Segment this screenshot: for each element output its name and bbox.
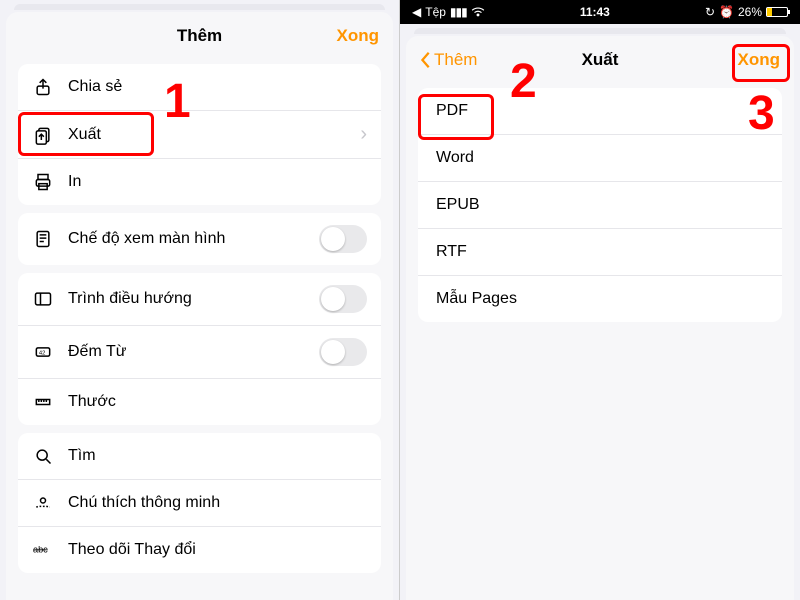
sync-icon: ↻ [705,5,715,19]
export-row[interactable]: Xuất › [18,111,381,159]
print-label: In [68,173,367,191]
alarm-icon: ⏰ [719,5,734,19]
share-icon [32,76,54,98]
navigator-icon [32,288,54,310]
battery-pct: 26% [738,5,762,19]
navigator-label: Trình điều hướng [68,290,305,308]
smart-annotation-label: Chú thích thông minh [68,494,367,512]
ruler-icon [32,391,54,413]
wordcount-toggle[interactable] [319,338,367,366]
screen-icon [32,228,54,250]
export-label: Xuất [68,126,346,144]
ruler-label: Thước [68,393,367,411]
track-changes-label: Theo dõi Thay đổi [68,541,367,559]
screen-view-row[interactable]: Chế độ xem màn hình [18,213,381,265]
tools-group: Trình điều hướng 42 Đếm Từ Thước [18,273,381,425]
format-pdf[interactable]: PDF [418,88,782,135]
format-word-label: Word [436,149,764,167]
find-group: Tìm Chú thích thông minh abc Theo dõi Th… [18,433,381,573]
signal-icon: ▮▮▮ [450,5,467,19]
chevron-right-icon: › [360,123,367,146]
format-epub[interactable]: EPUB [418,182,782,229]
find-label: Tìm [68,447,367,465]
print-row[interactable]: In [18,159,381,205]
format-epub-label: EPUB [436,196,764,214]
format-rtf-label: RTF [436,243,764,261]
format-pdf-label: PDF [436,102,764,120]
more-sheet: Thêm Xong Chia sẻ Xuất › [6,12,393,600]
smart-annotation-row[interactable]: Chú thích thông minh [18,480,381,527]
wordcount-icon: 42 [32,341,54,363]
wifi-icon [471,7,485,17]
export-icon [32,124,54,146]
format-pages-template[interactable]: Mẫu Pages [418,276,782,322]
format-rtf[interactable]: RTF [418,229,782,276]
navigator-toggle[interactable] [319,285,367,313]
done-button[interactable]: Xong [299,26,379,46]
nav-bar: Thêm Xong [6,12,393,56]
screenshot-right: ◀ Tệp ▮▮▮ 11:43 ↻ ⏰ 26% Thêm Xuất Xong [400,0,800,600]
annotation-icon [32,492,54,514]
search-icon [32,445,54,467]
nav-title: Xuất [500,50,700,70]
navigator-row[interactable]: Trình điều hướng [18,273,381,326]
nav-title: Thêm [100,26,299,46]
print-icon [32,171,54,193]
track-changes-icon: abc [32,539,54,561]
view-group: Chế độ xem màn hình [18,213,381,265]
screenshot-left: Thêm Xong Chia sẻ Xuất › [0,0,400,600]
sheet-stack-hint [14,4,385,10]
status-left: ◀ Tệp ▮▮▮ [412,5,485,19]
status-back-label: Tệp [425,5,446,19]
status-right: ↻ ⏰ 26% [705,5,788,19]
format-pages-template-label: Mẫu Pages [436,290,764,308]
back-chevron-icon: ◀ [412,5,421,19]
track-changes-row[interactable]: abc Theo dõi Thay đổi [18,527,381,573]
back-label: Thêm [434,50,477,70]
formats-group: PDF Word EPUB RTF Mẫu Pages [418,88,782,322]
battery-icon [766,7,788,17]
share-row[interactable]: Chia sẻ [18,64,381,111]
done-button[interactable]: Xong [700,50,780,70]
sheet-stack-hint [414,28,786,34]
screen-view-toggle[interactable] [319,225,367,253]
format-word[interactable]: Word [418,135,782,182]
wordcount-label: Đếm Từ [68,343,305,361]
screen-view-label: Chế độ xem màn hình [68,230,305,248]
find-row[interactable]: Tìm [18,433,381,480]
wordcount-row[interactable]: 42 Đếm Từ [18,326,381,379]
svg-text:abc: abc [33,545,48,555]
share-label: Chia sẻ [68,78,367,96]
actions-group: Chia sẻ Xuất › In [18,64,381,205]
export-sheet: Thêm Xuất Xong PDF Word EPUB RTF Mẫu Pag… [406,36,794,600]
svg-text:42: 42 [39,351,45,357]
status-bar: ◀ Tệp ▮▮▮ 11:43 ↻ ⏰ 26% [400,0,800,24]
status-time: 11:43 [580,5,610,19]
chevron-left-icon [420,51,432,69]
ruler-row[interactable]: Thước [18,379,381,425]
nav-bar: Thêm Xuất Xong [406,36,794,80]
back-button[interactable]: Thêm [420,50,500,70]
